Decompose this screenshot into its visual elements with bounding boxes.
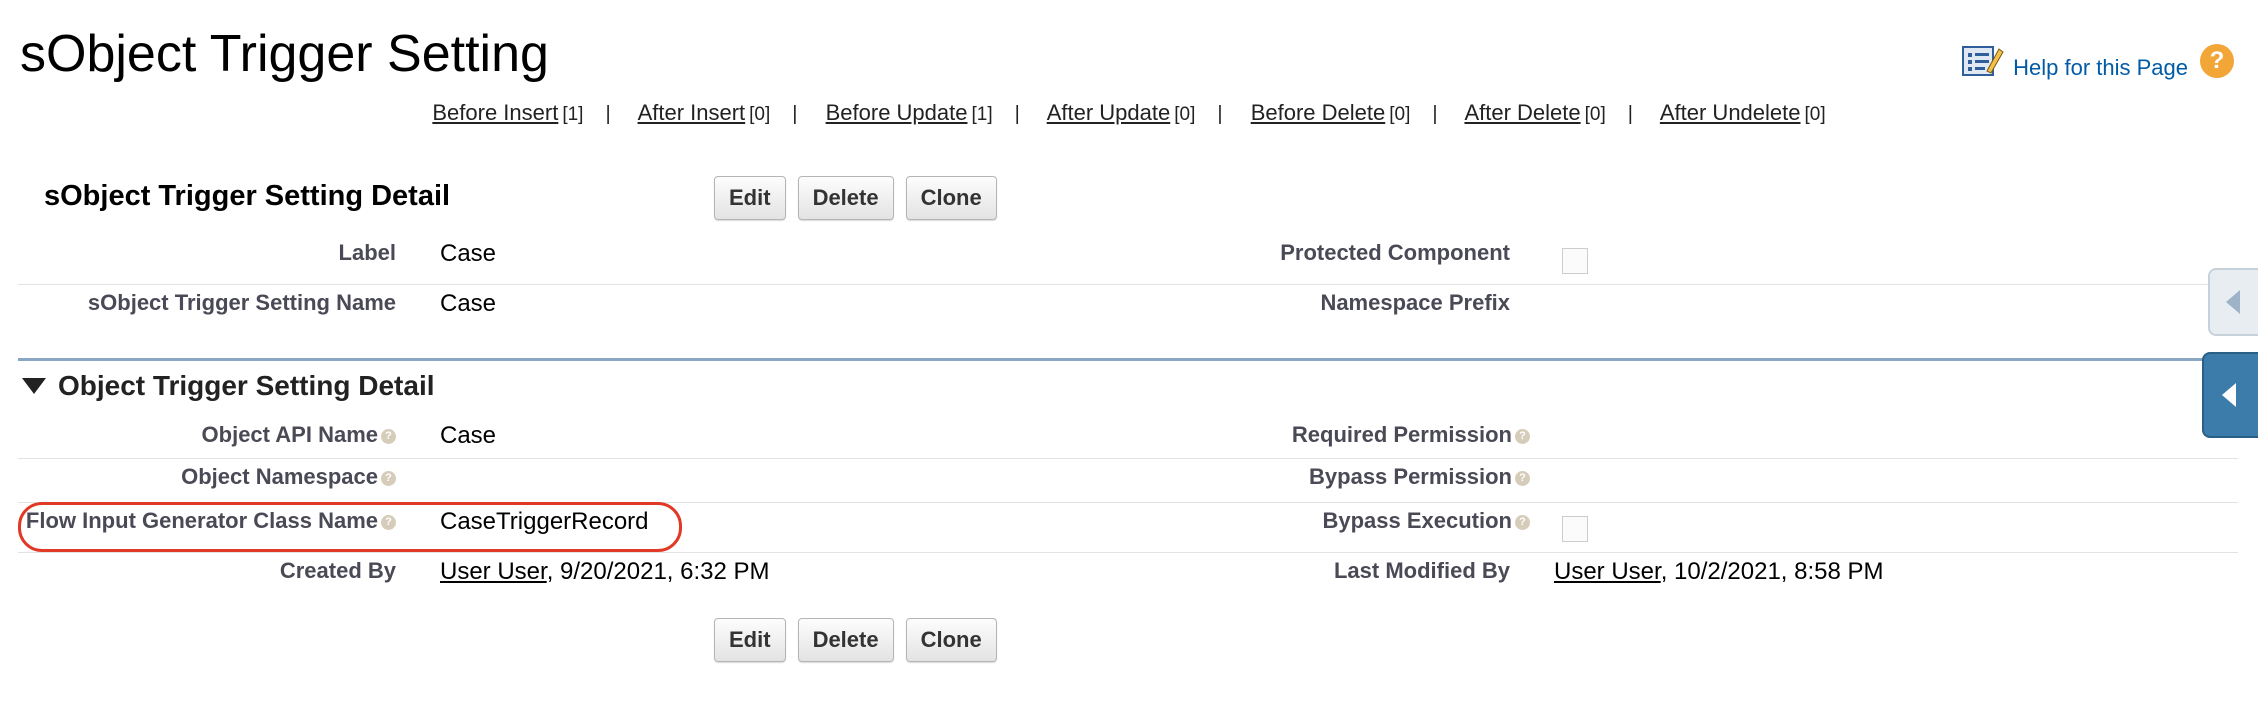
footer-button-row: Edit Delete Clone [714, 618, 997, 662]
last-modified-by-value: User User, 10/2/2021, 8:58 PM [1554, 558, 1884, 585]
created-by-user-link[interactable]: User User [440, 558, 547, 585]
object-detail-section-header[interactable]: Object Trigger Setting Detail [22, 370, 435, 402]
chevron-left-icon [2226, 290, 2240, 314]
list-pencil-icon[interactable] [1961, 43, 2005, 79]
created-by-value: User User, 9/20/2021, 6:32 PM [440, 558, 770, 585]
section-divider [18, 358, 2238, 361]
info-icon[interactable]: ? [1515, 470, 1530, 486]
link-before-delete[interactable]: Before Delete [0] [1251, 100, 1411, 125]
trigger-event-links: Before Insert [1] | After Insert [0] | Befor… [0, 100, 2258, 126]
detail-section-title: sObject Trigger Setting Detail [44, 180, 451, 212]
info-icon[interactable]: ? [381, 470, 396, 486]
chevron-left-icon [2222, 383, 2236, 407]
clone-button[interactable]: Clone [905, 618, 997, 662]
link-before-update[interactable]: Before Update [1] [826, 100, 993, 125]
link-after-undelete[interactable]: After Undelete [0] [1660, 100, 1826, 125]
created-by-label: Created By [279, 558, 396, 583]
link-after-update[interactable]: After Update [0] [1047, 100, 1196, 125]
row-divider [18, 284, 2238, 285]
edit-button[interactable]: Edit [714, 176, 786, 220]
object-namespace-label: Object Namespace? [181, 464, 396, 490]
required-permission-label: Required Permission? [1292, 422, 1530, 448]
clone-button[interactable]: Clone [905, 176, 997, 220]
link-before-insert[interactable]: Before Insert [1] [432, 100, 583, 125]
triangle-down-icon[interactable] [22, 378, 46, 394]
page-title: sObject Trigger Setting [20, 25, 549, 83]
bypass-permission-label: Bypass Permission? [1309, 464, 1530, 490]
link-separator: | [1217, 103, 1223, 125]
question-circle-icon[interactable]: ? [2200, 44, 2234, 78]
info-icon[interactable]: ? [1515, 428, 1530, 444]
bypass-execution-label: Bypass Execution? [1322, 508, 1530, 534]
help-area: Help for this Page ? [1961, 36, 2234, 86]
object-detail-section-title: Object Trigger Setting Detail [58, 370, 435, 401]
delete-button[interactable]: Delete [797, 618, 894, 662]
link-after-delete[interactable]: After Delete [0] [1464, 100, 1605, 125]
link-separator: | [1627, 103, 1633, 125]
link-separator: | [1432, 103, 1438, 125]
link-separator: | [792, 103, 798, 125]
row-divider [18, 458, 2238, 459]
label-field-value: Case [440, 240, 497, 267]
setting-name-value: Case [440, 290, 497, 317]
delete-button[interactable]: Delete [797, 176, 894, 220]
link-separator: | [605, 103, 611, 125]
highlight-annotation [18, 502, 682, 552]
protected-component-checkbox [1562, 248, 1588, 274]
protected-component-label: Protected Component [1280, 240, 1510, 265]
link-separator: | [1014, 103, 1020, 125]
bypass-execution-checkbox [1562, 516, 1588, 542]
label-field-label: Label [338, 240, 396, 265]
info-icon[interactable]: ? [381, 428, 396, 444]
link-after-insert[interactable]: After Insert [0] [638, 100, 771, 125]
last-modified-by-user-link[interactable]: User User [1554, 558, 1661, 585]
row-divider [18, 552, 2238, 553]
object-api-name-label: Object API Name? [202, 422, 396, 448]
side-panel-tab[interactable] [2208, 268, 2258, 336]
namespace-prefix-label: Namespace Prefix [1320, 290, 1510, 315]
help-for-page-link[interactable]: Help for this Page [2013, 41, 2188, 81]
side-panel-tab-active[interactable] [2202, 352, 2258, 438]
detail-button-row: Edit Delete Clone [714, 176, 997, 220]
edit-button[interactable]: Edit [714, 618, 786, 662]
setting-name-label: sObject Trigger Setting Name [87, 290, 396, 315]
last-modified-by-label: Last Modified By [1333, 558, 1510, 583]
object-api-name-value: Case [440, 422, 497, 449]
info-icon[interactable]: ? [1515, 514, 1530, 530]
